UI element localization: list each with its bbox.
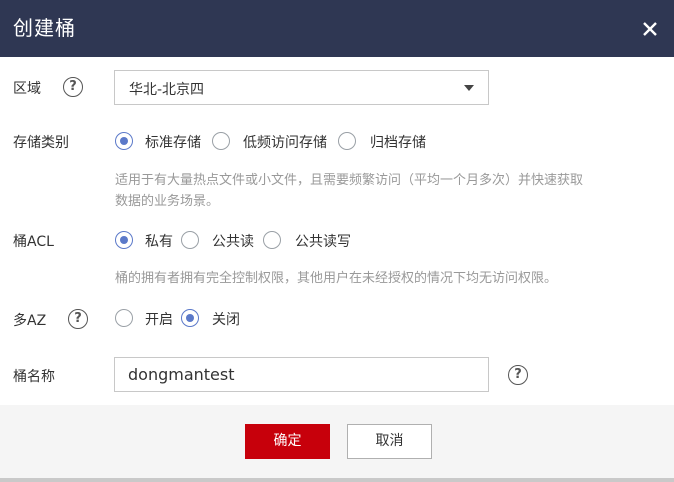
close-icon[interactable] xyxy=(640,19,660,39)
region-select[interactable]: 华北-北京四 xyxy=(114,70,489,105)
dialog-footer xyxy=(0,405,674,482)
create-bucket-dialog: 创建桶 区域 ? 华北-北京四 存储类别 标准存储 低频访问存储 归档存储 适用… xyxy=(0,0,674,482)
option-acl-private[interactable]: 私有 xyxy=(145,231,173,251)
multi-az-label: 多AZ xyxy=(13,313,47,329)
radio-acl-public-read-write[interactable] xyxy=(263,231,281,249)
radio-standard-storage[interactable] xyxy=(115,132,133,150)
storage-class-description-line1: 适用于有大量热点文件或小文件，且需要频繁访问（平均一个月多次）并快速获取 xyxy=(115,173,584,188)
dialog-header: 创建桶 xyxy=(0,0,674,57)
acl-description: 桶的拥有者拥有完全控制权限，其他用户在未经授权的情况下均无访问权限。 xyxy=(115,271,558,286)
page-bottom-edge xyxy=(0,478,674,482)
option-standard-storage[interactable]: 标准存储 xyxy=(145,132,201,152)
bucket-name-label: 桶名称 xyxy=(13,369,55,385)
cancel-button[interactable]: 取消 xyxy=(347,424,432,459)
region-select-value: 华北-北京四 xyxy=(129,82,205,98)
radio-acl-public-read[interactable] xyxy=(181,231,199,249)
option-archive-storage[interactable]: 归档存储 xyxy=(370,132,426,152)
option-infrequent-storage[interactable]: 低频访问存储 xyxy=(243,132,327,152)
radio-infrequent-storage[interactable] xyxy=(212,132,230,150)
storage-class-description-line2: 数据的业务场景。 xyxy=(115,194,220,209)
confirm-button[interactable]: 确定 xyxy=(245,424,330,459)
radio-multi-az-off[interactable] xyxy=(181,309,199,327)
bucket-name-help-icon[interactable]: ? xyxy=(508,365,528,385)
radio-multi-az-on[interactable] xyxy=(115,309,133,327)
option-acl-public-read-write[interactable]: 公共读写 xyxy=(295,231,351,251)
dialog-title: 创建桶 xyxy=(13,16,76,40)
acl-label: 桶ACL xyxy=(13,234,54,250)
option-multi-az-on[interactable]: 开启 xyxy=(145,309,173,329)
option-acl-public-read[interactable]: 公共读 xyxy=(212,231,254,251)
multi-az-help-icon[interactable]: ? xyxy=(68,309,88,329)
region-help-icon[interactable]: ? xyxy=(63,77,83,97)
chevron-down-icon xyxy=(464,85,474,91)
radio-acl-private[interactable] xyxy=(115,231,133,249)
bucket-name-input[interactable]: dongmantest xyxy=(114,357,489,392)
region-label: 区域 xyxy=(13,81,41,97)
radio-archive-storage[interactable] xyxy=(338,132,356,150)
option-multi-az-off[interactable]: 关闭 xyxy=(212,309,240,329)
storage-class-label: 存储类别 xyxy=(13,135,69,151)
